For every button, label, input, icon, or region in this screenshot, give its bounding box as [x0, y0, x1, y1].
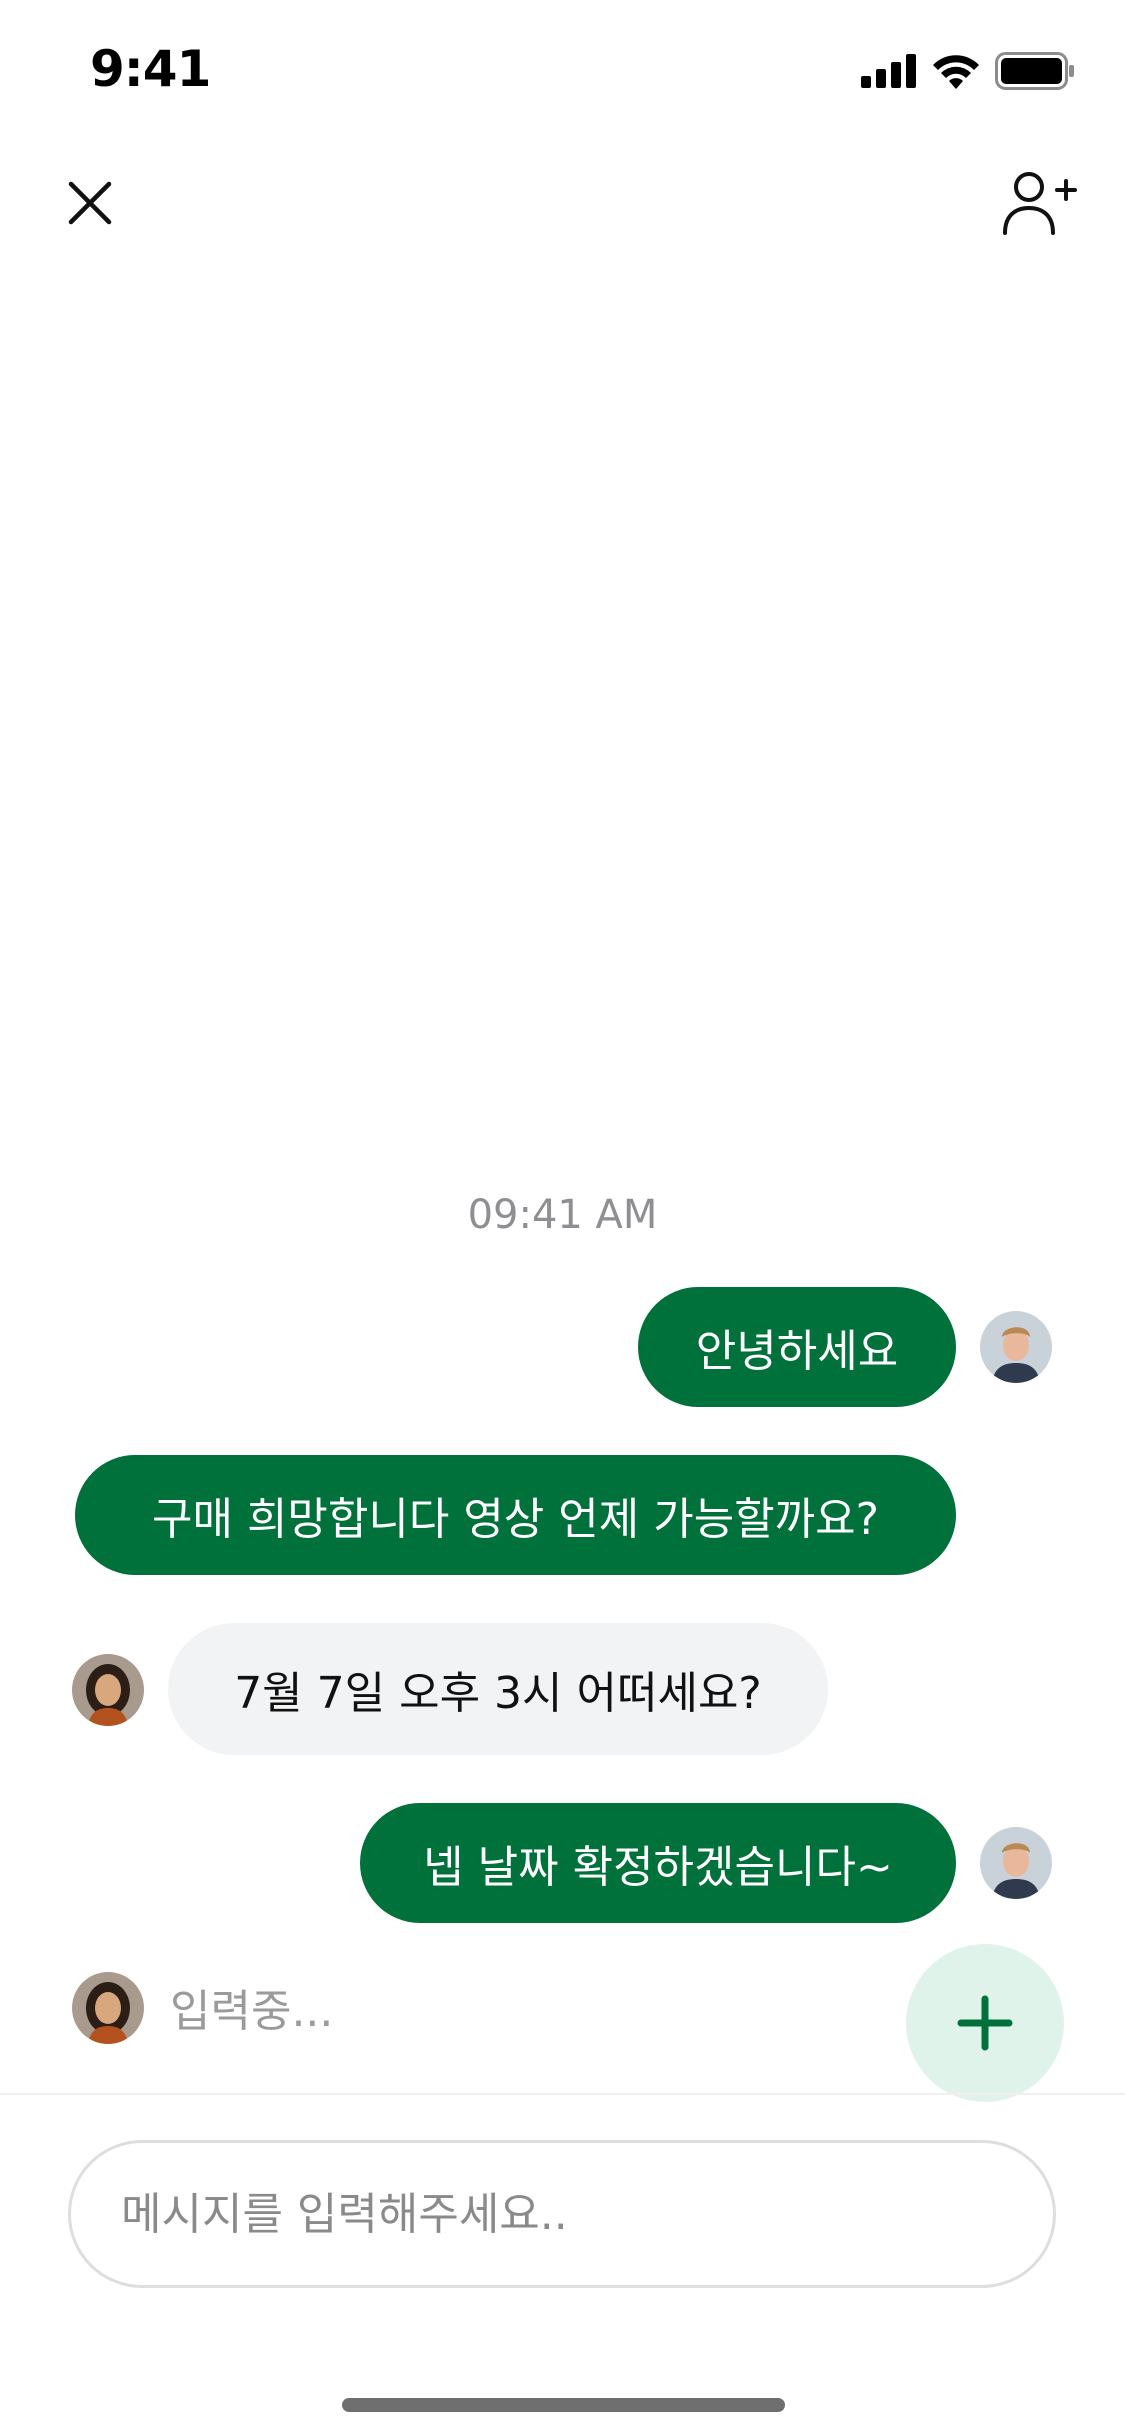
typing-avatar [72, 1972, 144, 2044]
chat-timestamp: 09:41 AM [467, 1192, 658, 1238]
message-bubble-outgoing[interactable]: 넵 날짜 확정하겠습니다~ [360, 1803, 956, 1923]
add-attachment-button[interactable] [906, 1944, 1064, 2102]
status-icons [861, 52, 1075, 90]
avatar-self [980, 1311, 1052, 1383]
typing-indicator: 입력중... [170, 1986, 334, 2037]
home-indicator [342, 2398, 785, 2412]
message-bubble-outgoing[interactable]: 구매 희망합니다 영상 언제 가능할까요? [75, 1455, 956, 1575]
chat-screen: 9:41 09:41 AM 안녕하세요 구매 희망합니다 영상 언제 가능할까요… [0, 0, 1125, 2436]
add-user-icon [1003, 172, 1077, 235]
add-user-button[interactable] [995, 158, 1085, 248]
close-icon [68, 181, 112, 225]
wifi-icon [933, 55, 979, 89]
message-input[interactable] [68, 2140, 1056, 2288]
close-button[interactable] [45, 158, 135, 248]
avatar-self [980, 1827, 1052, 1899]
message-text: 넵 날짜 확정하겠습니다~ [423, 1842, 893, 1893]
message-text: 구매 희망합니다 영상 언제 가능할까요? [152, 1494, 879, 1545]
signal-icon [861, 54, 916, 88]
plus-icon [957, 1995, 1013, 2051]
composer-divider [0, 2093, 1125, 2095]
message-bubble-incoming[interactable]: 7월 7일 오후 3시 어떠세요? [168, 1623, 828, 1755]
message-bubble-outgoing[interactable]: 안녕하세요 [638, 1287, 956, 1407]
battery-icon [995, 52, 1074, 90]
message-text: 7월 7일 오후 3시 어떠세요? [234, 1668, 762, 1719]
message-text: 안녕하세요 [695, 1326, 899, 1377]
status-time: 9:41 [90, 40, 211, 98]
avatar-other [72, 1654, 144, 1726]
